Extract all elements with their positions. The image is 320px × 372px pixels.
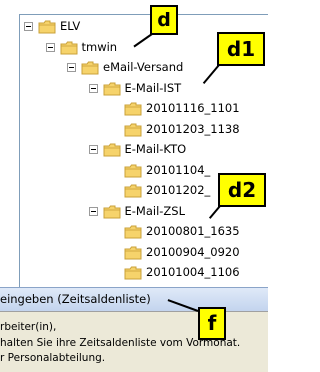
callout-f: f xyxy=(198,307,226,340)
callout-d1: d1 xyxy=(217,32,265,66)
callout-d: d xyxy=(150,5,178,35)
tree-node[interactable]: 20101004_1106 xyxy=(20,263,268,283)
folder-icon xyxy=(124,224,142,239)
tree-node-label: tmwin xyxy=(81,39,118,54)
folder-icon xyxy=(103,81,121,95)
callout-d-label: d xyxy=(157,9,171,31)
tree-node[interactable]: 20100801_1635 xyxy=(20,222,268,242)
dialog-body-line-1: rbeiter(in), xyxy=(0,321,57,333)
tree-node-label: E-Mail-IST xyxy=(124,80,182,95)
folder-icon xyxy=(60,40,78,54)
tree-node-label: 20101104_ xyxy=(146,162,211,177)
tree-node[interactable]: E-Mail-IST xyxy=(20,79,268,99)
tree-node-label: 20101116_1101 xyxy=(146,101,240,115)
folder-icon xyxy=(38,19,56,34)
folder-icon xyxy=(124,265,142,280)
tree-node-label: 20101004_1106 xyxy=(146,265,240,279)
tree-node[interactable]: 20101203_1138 xyxy=(20,120,268,140)
tree-node-label: 20100801_1635 xyxy=(146,224,240,238)
collapse-toggle-icon[interactable] xyxy=(45,42,55,52)
collapse-toggle-icon[interactable] xyxy=(67,63,76,72)
tree-node[interactable]: E-Mail-KTO xyxy=(20,140,268,160)
callout-d2: d2 xyxy=(218,173,266,207)
folder-icon xyxy=(103,142,121,157)
tree-node[interactable]: 20101116_1101 xyxy=(20,99,268,119)
dialog-body: rbeiter(in), halten Sie ihre Zeitsaldenl… xyxy=(0,311,268,372)
folder-icon xyxy=(124,101,142,116)
folder-icon xyxy=(81,60,99,75)
folder-icon xyxy=(124,122,142,136)
folder-icon xyxy=(124,245,142,259)
dialog-titlebar: eingeben (Zeitsaldenliste) xyxy=(0,287,268,311)
collapse-toggle-icon[interactable] xyxy=(88,206,98,216)
tree-node-label: 20100904_0920 xyxy=(146,244,240,259)
tree-node[interactable]: 20100904_0920 xyxy=(20,243,268,263)
folder-icon xyxy=(103,204,121,218)
collapse-toggle-icon[interactable] xyxy=(88,145,98,154)
tree-node-label: E-Mail-ZSL xyxy=(124,203,186,218)
explorer-window: ELV tmwin eMail-Versand E-Mail-IST 20101116_… xyxy=(0,0,268,372)
tree-node-label: 20101203_1138 xyxy=(146,121,240,136)
tree-node-label: 20101202_ xyxy=(146,183,211,197)
tree-node-label: ELV xyxy=(60,19,81,33)
callout-d2-label: d2 xyxy=(227,178,257,202)
dialog-title: eingeben (Zeitsaldenliste) xyxy=(0,292,151,306)
folder-icon xyxy=(124,163,142,177)
callout-d1-label: d1 xyxy=(226,37,256,61)
collapse-toggle-icon[interactable] xyxy=(24,22,33,31)
tree-node-label: E-Mail-KTO xyxy=(124,142,187,156)
folder-icon xyxy=(124,183,142,198)
tree-node-label: eMail-Versand xyxy=(103,60,184,74)
callout-f-label: f xyxy=(207,311,217,335)
collapse-toggle-icon[interactable] xyxy=(88,83,98,93)
dialog-body-line-3: r Personalabteilung. xyxy=(0,352,106,364)
